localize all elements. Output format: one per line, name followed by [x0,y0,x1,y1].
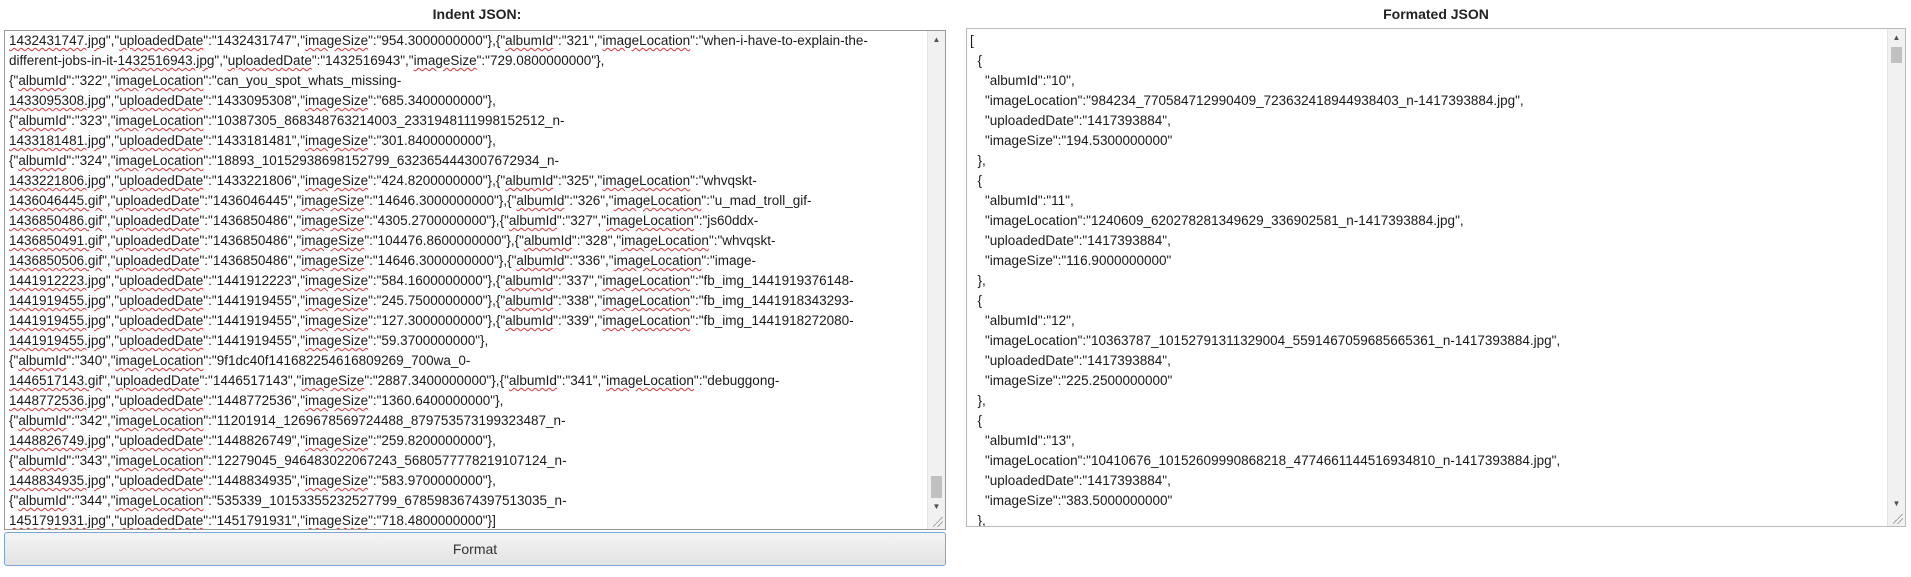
text-line: 1433181481.jpg","uploadedDate":"14331814… [9,133,496,148]
scroll-up-arrow-icon[interactable]: ▲ [1888,29,1905,46]
text-line: "imageSize":"225.2500000000" [970,373,1173,388]
text-line: "albumId":"13", [970,433,1075,448]
text-line: "imageLocation":"10363787_10152791311329… [970,333,1561,348]
formatted-json-scrollbar[interactable]: ▲ ▼ [1887,29,1905,526]
text-line: {"albumId":"342","imageLocation":"112019… [9,413,566,428]
text-line: 1436850506.gif","uploadedDate":"14368504… [9,253,757,268]
text-line: "imageSize":"383.5000000000" [970,493,1173,508]
text-line: 1441919455.jpg","uploadedDate":"14419194… [9,333,489,348]
indent-json-textarea[interactable]: 1432431747.jpg","uploadedDate":"14324317… [4,30,946,530]
text-line: 1441912223.jpg","uploadedDate":"14419122… [9,273,854,288]
text-line: 1448834935.jpg","uploadedDate":"14488349… [9,473,496,488]
text-line: [ [970,33,974,48]
text-line: 1451791931.jpg","uploadedDate":"14517919… [9,513,496,528]
text-line: {"albumId":"344","imageLocation":"535339… [9,493,567,508]
indent-json-title: Indent JSON: [432,6,522,22]
text-line: 1436850486.gif","uploadedDate":"14368504… [9,213,759,228]
resize-grip-icon[interactable] [1893,514,1903,524]
formatted-json-title: Formated JSON [1383,6,1489,22]
text-line: {"albumId":"322","imageLocation":"can_yo… [9,73,402,88]
text-line: different-jobs-in-it-1432516943.jpg","up… [9,53,605,68]
indent-json-scrollbar[interactable]: ▲ ▼ [927,31,945,529]
text-line: 1441919455.jpg","uploadedDate":"14419194… [9,293,854,308]
text-line: 1446517143.gif","uploadedDate":"14465171… [9,373,780,388]
text-line: 1448772536.jpg","uploadedDate":"14487725… [9,393,504,408]
text-line: { [970,53,983,68]
text-line: "imageLocation":"984234_770584712990409_… [970,93,1524,108]
text-line: "uploadedDate":"1417393884", [970,113,1171,128]
format-button[interactable]: Format [4,532,946,566]
text-line: 1433095308.jpg","uploadedDate":"14330953… [9,93,496,108]
text-line: {"albumId":"340","imageLocation":"9f1dc4… [9,353,471,368]
formatted-json-text[interactable]: [ { "albumId":"10", "imageLocation":"984… [970,31,1887,526]
text-line: {"albumId":"343","imageLocation":"122790… [9,453,567,468]
text-line: "imageSize":"194.5300000000" [970,133,1173,148]
scrollbar-thumb[interactable] [931,476,942,498]
scrollbar-thumb[interactable] [1891,47,1902,63]
text-line: "albumId":"10", [970,73,1075,88]
text-line: 1436850491.gif","uploadedDate":"14368504… [9,233,776,248]
text-line: }, [970,393,986,408]
text-line: "uploadedDate":"1417393884", [970,473,1171,488]
text-line: { [970,173,983,188]
text-line: "albumId":"12", [970,313,1075,328]
text-line: "imageLocation":"1240609_620278281349629… [970,213,1464,228]
text-line: {"albumId":"324","imageLocation":"18893_… [9,153,560,168]
text-line: "imageLocation":"10410676_10152609990868… [970,453,1561,468]
scroll-up-arrow-icon[interactable]: ▲ [928,31,945,48]
indent-json-text[interactable]: 1432431747.jpg","uploadedDate":"14324317… [9,31,927,529]
text-line: 1432431747.jpg","uploadedDate":"14324317… [9,33,868,48]
text-line: }, [970,153,986,168]
resize-grip-icon[interactable] [933,517,943,527]
text-line: { [970,293,983,308]
scroll-down-arrow-icon[interactable]: ▼ [1888,495,1905,512]
text-line: { [970,413,983,428]
formatted-json-textarea[interactable]: [ { "albumId":"10", "imageLocation":"984… [966,28,1906,527]
scroll-down-arrow-icon[interactable]: ▼ [928,498,945,515]
text-line: {"albumId":"323","imageLocation":"103873… [9,113,565,128]
text-line: }, [970,513,986,526]
text-line: 1441919455.jpg","uploadedDate":"14419194… [9,313,854,328]
text-line: "albumId":"11", [970,193,1074,208]
text-line: }, [970,273,986,288]
text-line: "uploadedDate":"1417393884", [970,353,1171,368]
text-line: 1433221806.jpg","uploadedDate":"14332218… [9,173,757,188]
text-line: 1448826749.jpg","uploadedDate":"14488267… [9,433,496,448]
text-line: "uploadedDate":"1417393884", [970,233,1171,248]
text-line: "imageSize":"116.9000000000" [970,253,1172,268]
text-line: 1436046445.gif","uploadedDate":"14360464… [9,193,812,208]
